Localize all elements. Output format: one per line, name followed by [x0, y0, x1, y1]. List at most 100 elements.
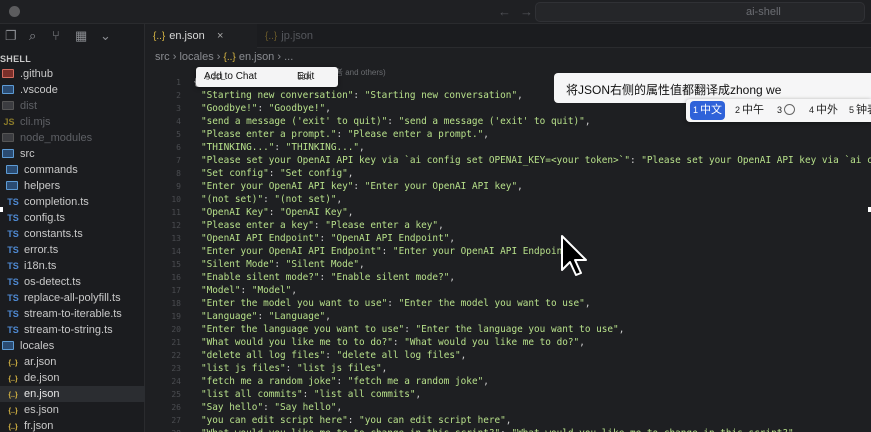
tree-item[interactable]: TS os-detect.ts	[0, 274, 145, 290]
tree-item[interactable]: {..} ar.json	[0, 354, 145, 370]
json-value: "list all commits"	[313, 389, 416, 400]
code-line: "OpenAI Key": "OpenAI Key",	[201, 206, 353, 219]
command-center-search[interactable]: ai-shell	[535, 2, 865, 22]
source-control-icon[interactable]: ⑂	[52, 28, 60, 43]
extensions-icon[interactable]: ▦	[75, 28, 87, 44]
tree-item-label: config.ts	[24, 212, 65, 224]
folder-icon	[2, 133, 14, 142]
colon: :	[500, 428, 511, 432]
ime-candidate[interactable]: 1 中文	[690, 101, 726, 120]
line-number: 9	[176, 182, 181, 191]
colon: :	[263, 402, 275, 413]
json-key: "Enter your OpenAI API Endpoint"	[201, 246, 382, 257]
json-value: "OpenAI Key"	[280, 207, 348, 218]
clock-icon	[784, 104, 796, 115]
chevron-right-icon: ›	[216, 51, 224, 63]
comma: ,	[359, 259, 365, 270]
tree-item[interactable]: {..} fr.json	[0, 418, 145, 432]
tree-item[interactable]: TS config.ts	[0, 210, 145, 226]
tab-jp-json[interactable]: {..} jp.json	[257, 24, 357, 48]
colon: :	[336, 376, 348, 387]
json-key: "OpenAI Key"	[201, 207, 269, 218]
chevron-down-icon[interactable]: ⌄	[100, 28, 111, 44]
line-number: 3	[176, 104, 181, 113]
comma: ,	[449, 272, 456, 283]
tab-close-icon[interactable]: ×	[217, 24, 223, 48]
tree-item[interactable]: TS i18n.ts	[0, 258, 145, 274]
tree-item[interactable]: locales	[0, 338, 145, 354]
code-line: "fetch me a random joke": "fetch me a ra…	[201, 375, 489, 388]
code-line: "What would you like me to to change in …	[201, 427, 799, 432]
tree-item-label: replace-all-polyfill.ts	[24, 292, 121, 304]
code-line: "list js files": "list js files",	[201, 362, 387, 375]
back-arrow-icon[interactable]: ←	[498, 4, 511, 19]
line-number: 4	[176, 117, 181, 126]
tree-item[interactable]: TS replace-all-polyfill.ts	[0, 290, 145, 306]
line-number: 13	[171, 234, 181, 243]
line-number: 22	[171, 351, 181, 360]
title-bar: ← → ai-shell	[0, 0, 871, 24]
tree-item[interactable]: {..} en.json	[0, 386, 145, 402]
forward-arrow-icon[interactable]: →	[520, 4, 533, 19]
tree-item[interactable]: TS stream-to-iterable.ts	[0, 306, 145, 322]
breadcrumb-tail[interactable]: ...	[284, 51, 293, 63]
typescript-file-icon: TS	[7, 245, 19, 255]
tree-item-label: locales	[20, 340, 55, 352]
tree-item[interactable]: JS cli.mjs	[0, 114, 145, 130]
tree-item[interactable]: {..} es.json	[0, 402, 145, 418]
tree-item[interactable]: node_modules	[0, 130, 145, 146]
tree-item[interactable]: {..} de.json	[0, 370, 145, 386]
json-value: "Enter your OpenAI API Endpoint"	[392, 246, 574, 257]
tree-item[interactable]: dist	[0, 98, 145, 114]
tree-item[interactable]: TS completion.ts	[0, 194, 145, 210]
comma: ,	[517, 90, 523, 101]
tree-item[interactable]: TS error.ts	[0, 242, 145, 258]
tab-label: en.json	[169, 30, 205, 42]
colon: :	[325, 350, 337, 361]
colon: :	[257, 311, 269, 322]
json-value: "send a message ('exit' to quit)"	[398, 116, 585, 127]
json-value: "What would you like me to change in thi…	[511, 428, 793, 432]
json-key: "Model"	[201, 285, 241, 296]
close-window-button[interactable]	[9, 6, 20, 17]
breadcrumb-item[interactable]: src	[155, 51, 170, 63]
explorer-sidebar: ❐ ⌕ ⑂ ▦ ⌄ SHELL .github .vscode dist JS cli.…	[0, 24, 145, 432]
json-key: "fetch me a random joke"	[201, 376, 337, 387]
tree-item[interactable]: src	[0, 146, 145, 162]
json-value: "Starting new conversation"	[364, 90, 518, 101]
colon: :	[629, 155, 642, 166]
tree-item-label: error.ts	[24, 244, 59, 256]
candidate-text: 中外	[816, 104, 839, 116]
tree-item[interactable]: TS stream-to-string.ts	[0, 322, 145, 338]
breadcrumb-item[interactable]: locales	[179, 51, 213, 63]
ime-candidate[interactable]: 3	[774, 101, 798, 120]
tree-item[interactable]: .vscode	[0, 82, 145, 98]
tree-item[interactable]: commands	[0, 162, 145, 178]
json-value: "Set config"	[280, 168, 348, 179]
json-key: "Please enter a key"	[201, 220, 314, 231]
json-value: "What would you like me to do?"	[404, 337, 580, 348]
code-line: "Enter your OpenAI API key": "Enter your…	[201, 180, 523, 193]
ime-candidate[interactable]: 4 中外	[806, 101, 841, 120]
colon: :	[353, 181, 365, 192]
colon: :	[319, 272, 331, 283]
json-value: "OpenAI API Endpoint"	[330, 233, 450, 244]
files-icon[interactable]: ❐	[5, 28, 17, 44]
json-key: "What would you like me to to do?"	[201, 337, 393, 348]
ime-candidate[interactable]: 2 中午	[732, 101, 767, 120]
tree-item-label: node_modules	[20, 132, 93, 144]
line-number: 23	[171, 364, 181, 373]
edit-shortcut: ⌘K	[297, 72, 313, 82]
tree-item[interactable]: .github	[0, 66, 145, 82]
ime-candidate[interactable]: 5钟表	[846, 101, 871, 120]
json-key: "Language"	[201, 311, 258, 322]
code-line: "(not set)": "(not set)",	[201, 193, 342, 206]
json-key: "THINKING..."	[201, 142, 275, 153]
json-key: "send a message ('exit' to quit)"	[201, 116, 388, 127]
breadcrumb-file[interactable]: en.json	[239, 51, 274, 63]
tab-en-json[interactable]: {..} en.json ×	[145, 24, 257, 48]
search-icon[interactable]: ⌕	[29, 28, 36, 44]
tree-item[interactable]: TS constants.ts	[0, 226, 145, 242]
json-key: "OpenAI API Endpoint"	[201, 233, 320, 244]
tree-item[interactable]: helpers	[0, 178, 145, 194]
